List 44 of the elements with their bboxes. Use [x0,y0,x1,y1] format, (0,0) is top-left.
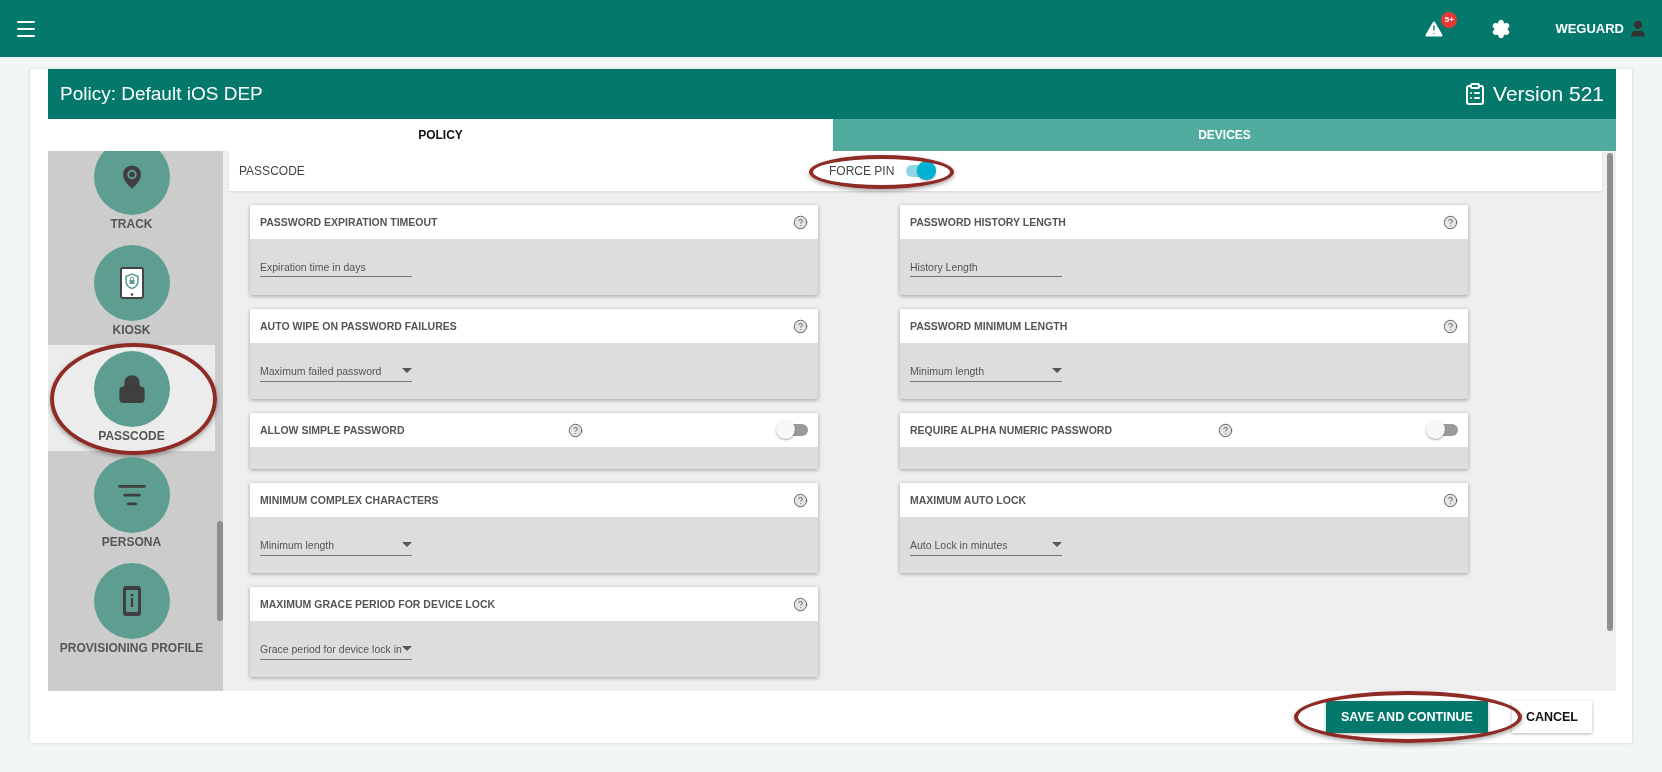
setting-title: AUTO WIPE ON PASSWORD FAILURES [260,320,457,332]
help-icon[interactable] [1443,492,1458,508]
help-icon[interactable] [793,214,808,230]
sidebar-item[interactable]: PERSONA [48,451,215,557]
notification-badge: 5+ [1441,11,1458,28]
select-field[interactable]: Maximum failed password [260,360,412,382]
help-icon[interactable] [1443,214,1458,230]
help-icon[interactable] [793,492,808,508]
select-field[interactable]: Minimum length [260,534,412,556]
force-pin-label: FORCE PIN [829,164,895,178]
sidebar-item[interactable]: TRACK [48,151,215,239]
save-and-continue-button[interactable]: SAVE AND CONTINUE [1325,701,1488,733]
input-field[interactable]: History Length [910,257,1062,277]
select-field[interactable]: Grace period for device lock in [260,638,412,660]
select-field[interactable]: Auto Lock in minutes [910,534,1062,556]
help-icon[interactable] [793,596,808,612]
setting-title: MINIMUM COMPLEX CHARACTERS [260,494,439,506]
help-icon[interactable] [793,318,808,334]
setting-title: ALLOW SIMPLE PASSWORD [260,424,405,436]
cancel-button[interactable]: CANCEL [1511,701,1592,733]
phone-info-icon [121,585,142,617]
lock-icon [116,374,147,404]
version-label: Version 521 [1493,82,1604,106]
setting-title: REQUIRE ALPHA NUMERIC PASSWORD [910,424,1113,436]
setting-title: PASSWORD EXPIRATION TIMEOUT [260,216,438,228]
help-icon[interactable] [1218,423,1233,438]
help-icon[interactable] [1443,318,1458,334]
setting-title: PASSWORD MINIMUM LENGTH [910,320,1068,332]
tablet-shield-icon [118,266,145,300]
toggle-switch[interactable] [1426,420,1458,440]
user-menu-button[interactable]: WEGUARD [1551,14,1652,43]
select-field[interactable]: Minimum length [910,360,1062,382]
help-icon[interactable] [568,423,583,438]
toggle-switch[interactable] [776,420,808,440]
sidebar-item[interactable]: PROVISIONING PROFILE [48,557,215,663]
setting-title: MAXIMUM AUTO LOCK [910,494,1027,506]
user-icon [1628,18,1648,39]
setting-title: MAXIMUM GRACE PERIOD FOR DEVICE LOCK [260,598,496,610]
setting-title: PASSWORD HISTORY LENGTH [910,216,1066,228]
section-title: PASSCODE [239,164,306,178]
toggle-switch[interactable] [904,161,937,181]
input-field[interactable]: Expiration time in days [260,257,412,277]
policy-title: Policy: Default iOS DEP [60,83,263,105]
sidebar-item[interactable]: KIOSK [48,239,215,345]
